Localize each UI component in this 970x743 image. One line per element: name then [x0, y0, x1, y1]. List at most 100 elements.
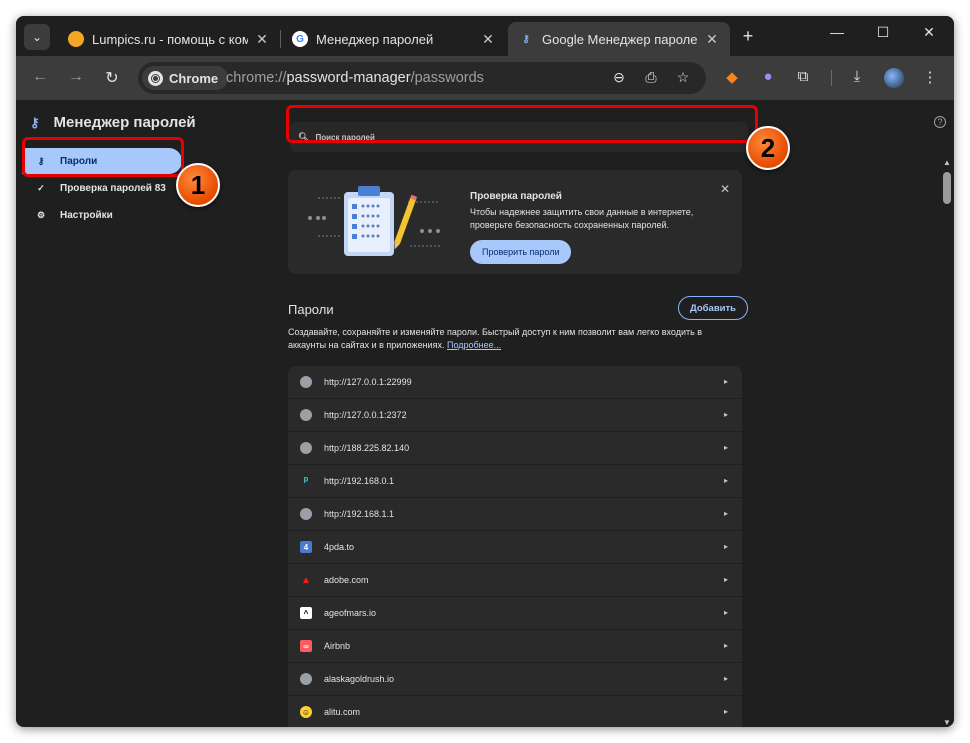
list-item[interactable]: ᵖ http://192.168.0.1 ▸: [288, 465, 742, 498]
menu-kebab-icon[interactable]: ⋮: [920, 68, 940, 86]
passwords-description: Создавайте, сохраняйте и изменяйте парол…: [288, 326, 738, 352]
forward-arrow-icon[interactable]: →: [66, 68, 86, 86]
extensions-puzzle-icon[interactable]: ⧉: [793, 68, 813, 85]
close-icon[interactable]: ✕: [720, 182, 730, 196]
metamask-extension-icon[interactable]: ◆: [722, 68, 742, 86]
alitu-icon: ☺: [300, 706, 312, 718]
tab-google-password-manager[interactable]: ⚷ Google Менеджер паролей ✕: [508, 22, 730, 56]
install-app-icon[interactable]: ⎙: [642, 69, 660, 86]
list-item[interactable]: ▲ adobe.com ▸: [288, 564, 742, 597]
site-name: adobe.com: [324, 575, 369, 585]
chevron-right-icon: ▸: [723, 674, 728, 683]
password-manager-key-icon: ⚷: [30, 114, 40, 130]
add-password-button[interactable]: Добавить: [678, 296, 749, 320]
url-path: /passwords: [410, 70, 484, 86]
scroll-down-icon[interactable]: ▼: [943, 718, 951, 727]
bookmark-star-icon[interactable]: ☆: [674, 69, 692, 86]
close-icon[interactable]: ✕: [254, 31, 270, 48]
back-arrow-icon[interactable]: ←: [30, 68, 50, 86]
chevron-right-icon: ▸: [723, 410, 728, 419]
chrome-logo-icon: [148, 70, 163, 86]
passwords-heading: Пароли: [288, 302, 334, 317]
url-host: password-manager: [286, 70, 411, 86]
globe-icon: [300, 376, 312, 388]
toolbar: ← → ↻ Chrome chrome://password-manager/p…: [16, 56, 954, 100]
tab-divider: [280, 30, 281, 48]
sidebar-item-label: Проверка паролей 83: [60, 182, 166, 194]
chrome-chip[interactable]: Chrome: [142, 66, 229, 90]
highlight-search: [286, 105, 758, 143]
browser-window: ⌄ Lumpics.ru - помощь с комп ✕ G Менедже…: [16, 16, 954, 727]
sidebar-item-settings[interactable]: ⚙ Настройки: [22, 202, 182, 228]
4pda-icon: 4: [300, 541, 312, 553]
new-tab-plus-icon[interactable]: +: [738, 26, 758, 47]
app-title: ⚷ Менеджер паролей: [30, 114, 196, 131]
site-name: http://192.168.0.1: [324, 476, 395, 486]
chevron-right-icon: ▸: [723, 608, 728, 617]
maximize-icon[interactable]: ☐: [870, 24, 896, 41]
callout-badge: 2: [746, 126, 790, 170]
zoom-icon[interactable]: ⊖: [610, 69, 628, 86]
list-item[interactable]: http://188.225.82.140 ▸: [288, 432, 742, 465]
password-list: http://127.0.0.1:22999 ▸ http://127.0.0.…: [288, 366, 742, 727]
url-text[interactable]: chrome://password-manager/passwords: [226, 70, 484, 86]
chevron-right-icon: ▸: [723, 476, 728, 485]
list-item[interactable]: ☺ alitu.com ▸: [288, 696, 742, 727]
reload-icon[interactable]: ↻: [102, 68, 122, 88]
tab-lumpics[interactable]: Lumpics.ru - помощь с комп ✕: [58, 22, 280, 56]
list-item[interactable]: http://127.0.0.1:22999 ▸: [288, 366, 742, 399]
chevron-right-icon: ▸: [723, 509, 728, 518]
globe-icon: [300, 673, 312, 685]
list-item[interactable]: http://192.168.1.1 ▸: [288, 498, 742, 531]
address-bar[interactable]: Chrome chrome://password-manager/passwor…: [138, 62, 706, 94]
list-item[interactable]: 4 4pda.to ▸: [288, 531, 742, 564]
url-scheme: chrome://: [226, 70, 287, 86]
site-name: alitu.com: [324, 707, 361, 717]
learn-more-link[interactable]: Подробнее...: [447, 340, 501, 350]
airbnb-icon: ∞: [300, 640, 312, 652]
scroll-up-icon[interactable]: ▲: [943, 158, 951, 167]
tab-title: Google Менеджер паролей: [542, 31, 698, 47]
window-close-icon[interactable]: ✕: [916, 24, 942, 41]
avatar[interactable]: [884, 68, 904, 88]
scrollbar-thumb[interactable]: [943, 172, 951, 204]
close-icon[interactable]: ✕: [704, 31, 720, 48]
chip-label: Chrome: [169, 70, 219, 86]
globe-icon: [300, 409, 312, 421]
chevron-right-icon: ▸: [723, 377, 728, 386]
scrollbar[interactable]: ▲ ▼: [940, 100, 954, 727]
google-icon: G: [292, 31, 308, 47]
sidebar-item-label: Настройки: [60, 209, 113, 221]
ghost-extension-icon[interactable]: ●: [758, 68, 778, 85]
highlight-passwords: [22, 137, 184, 177]
promo-description: Чтобы надежнее защитить свои данные в ин…: [470, 207, 694, 230]
list-item[interactable]: alaskagoldrush.io ▸: [288, 663, 742, 696]
tab-password-manager[interactable]: G Менеджер паролей ✕: [282, 22, 506, 56]
sidebar-item-checkup[interactable]: ✓ Проверка паролей 83: [22, 175, 182, 201]
chevron-right-icon: ▸: [723, 575, 728, 584]
site-name: http://188.225.82.140: [324, 443, 410, 453]
chevron-right-icon: ▸: [723, 707, 728, 716]
checkup-icon: ✓: [37, 182, 45, 193]
password-manager-key-icon: ⚷: [522, 33, 530, 45]
close-icon[interactable]: ✕: [480, 31, 496, 48]
site-name: http://192.168.1.1: [324, 509, 395, 519]
page-content: ⚷ Менеджер паролей ⚷ Пароли ✓ Проверка п…: [16, 100, 954, 727]
tab-strip: ⌄ Lumpics.ru - помощь с комп ✕ G Менедже…: [16, 16, 954, 56]
list-item[interactable]: ∞ Airbnb ▸: [288, 630, 742, 663]
download-icon[interactable]: ⤓: [847, 68, 867, 85]
list-item[interactable]: ^ ageofmars.io ▸: [288, 597, 742, 630]
tab-title: Lumpics.ru - помощь с комп: [92, 31, 248, 47]
globe-icon: [300, 508, 312, 520]
password-checkup-promo: Проверка паролей Чтобы надежнее защитить…: [288, 170, 742, 274]
minimize-icon[interactable]: —: [824, 24, 850, 40]
adobe-icon: ▲: [301, 574, 311, 586]
check-passwords-button[interactable]: Проверить пароли: [470, 240, 572, 264]
tab-search-chevron-icon[interactable]: ⌄: [24, 24, 50, 50]
chevron-right-icon: ▸: [723, 542, 728, 551]
site-name: alaskagoldrush.io: [324, 674, 395, 684]
list-item[interactable]: http://127.0.0.1:2372 ▸: [288, 399, 742, 432]
site-name: ageofmars.io: [324, 608, 377, 618]
tab-title: Менеджер паролей: [316, 31, 434, 47]
site-name: 4pda.to: [324, 542, 355, 552]
